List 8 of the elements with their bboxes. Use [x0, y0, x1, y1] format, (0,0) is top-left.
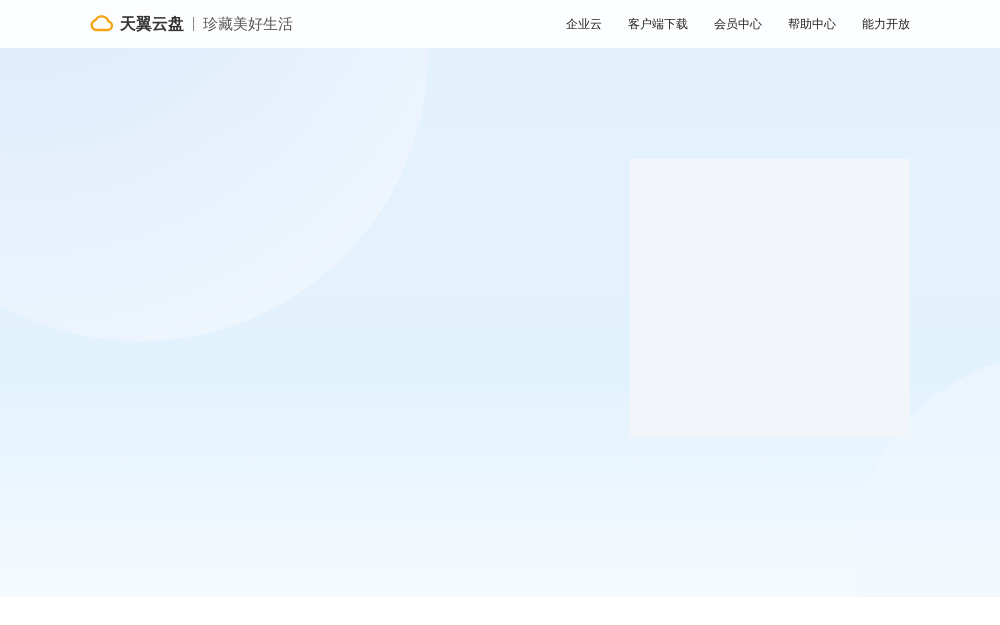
- tagline: 珍藏美好生活: [203, 14, 293, 34]
- logo-text: 天翼云盘: [120, 14, 184, 34]
- nav-link[interactable]: 帮助中心: [788, 16, 836, 32]
- cloud-logo-icon: [90, 15, 114, 33]
- nav-link[interactable]: 会员中心: [714, 16, 762, 32]
- nav-link[interactable]: 能力开放: [862, 16, 910, 32]
- nav-link[interactable]: 企业云: [566, 16, 602, 32]
- nav-link[interactable]: 客户端下载: [628, 16, 688, 32]
